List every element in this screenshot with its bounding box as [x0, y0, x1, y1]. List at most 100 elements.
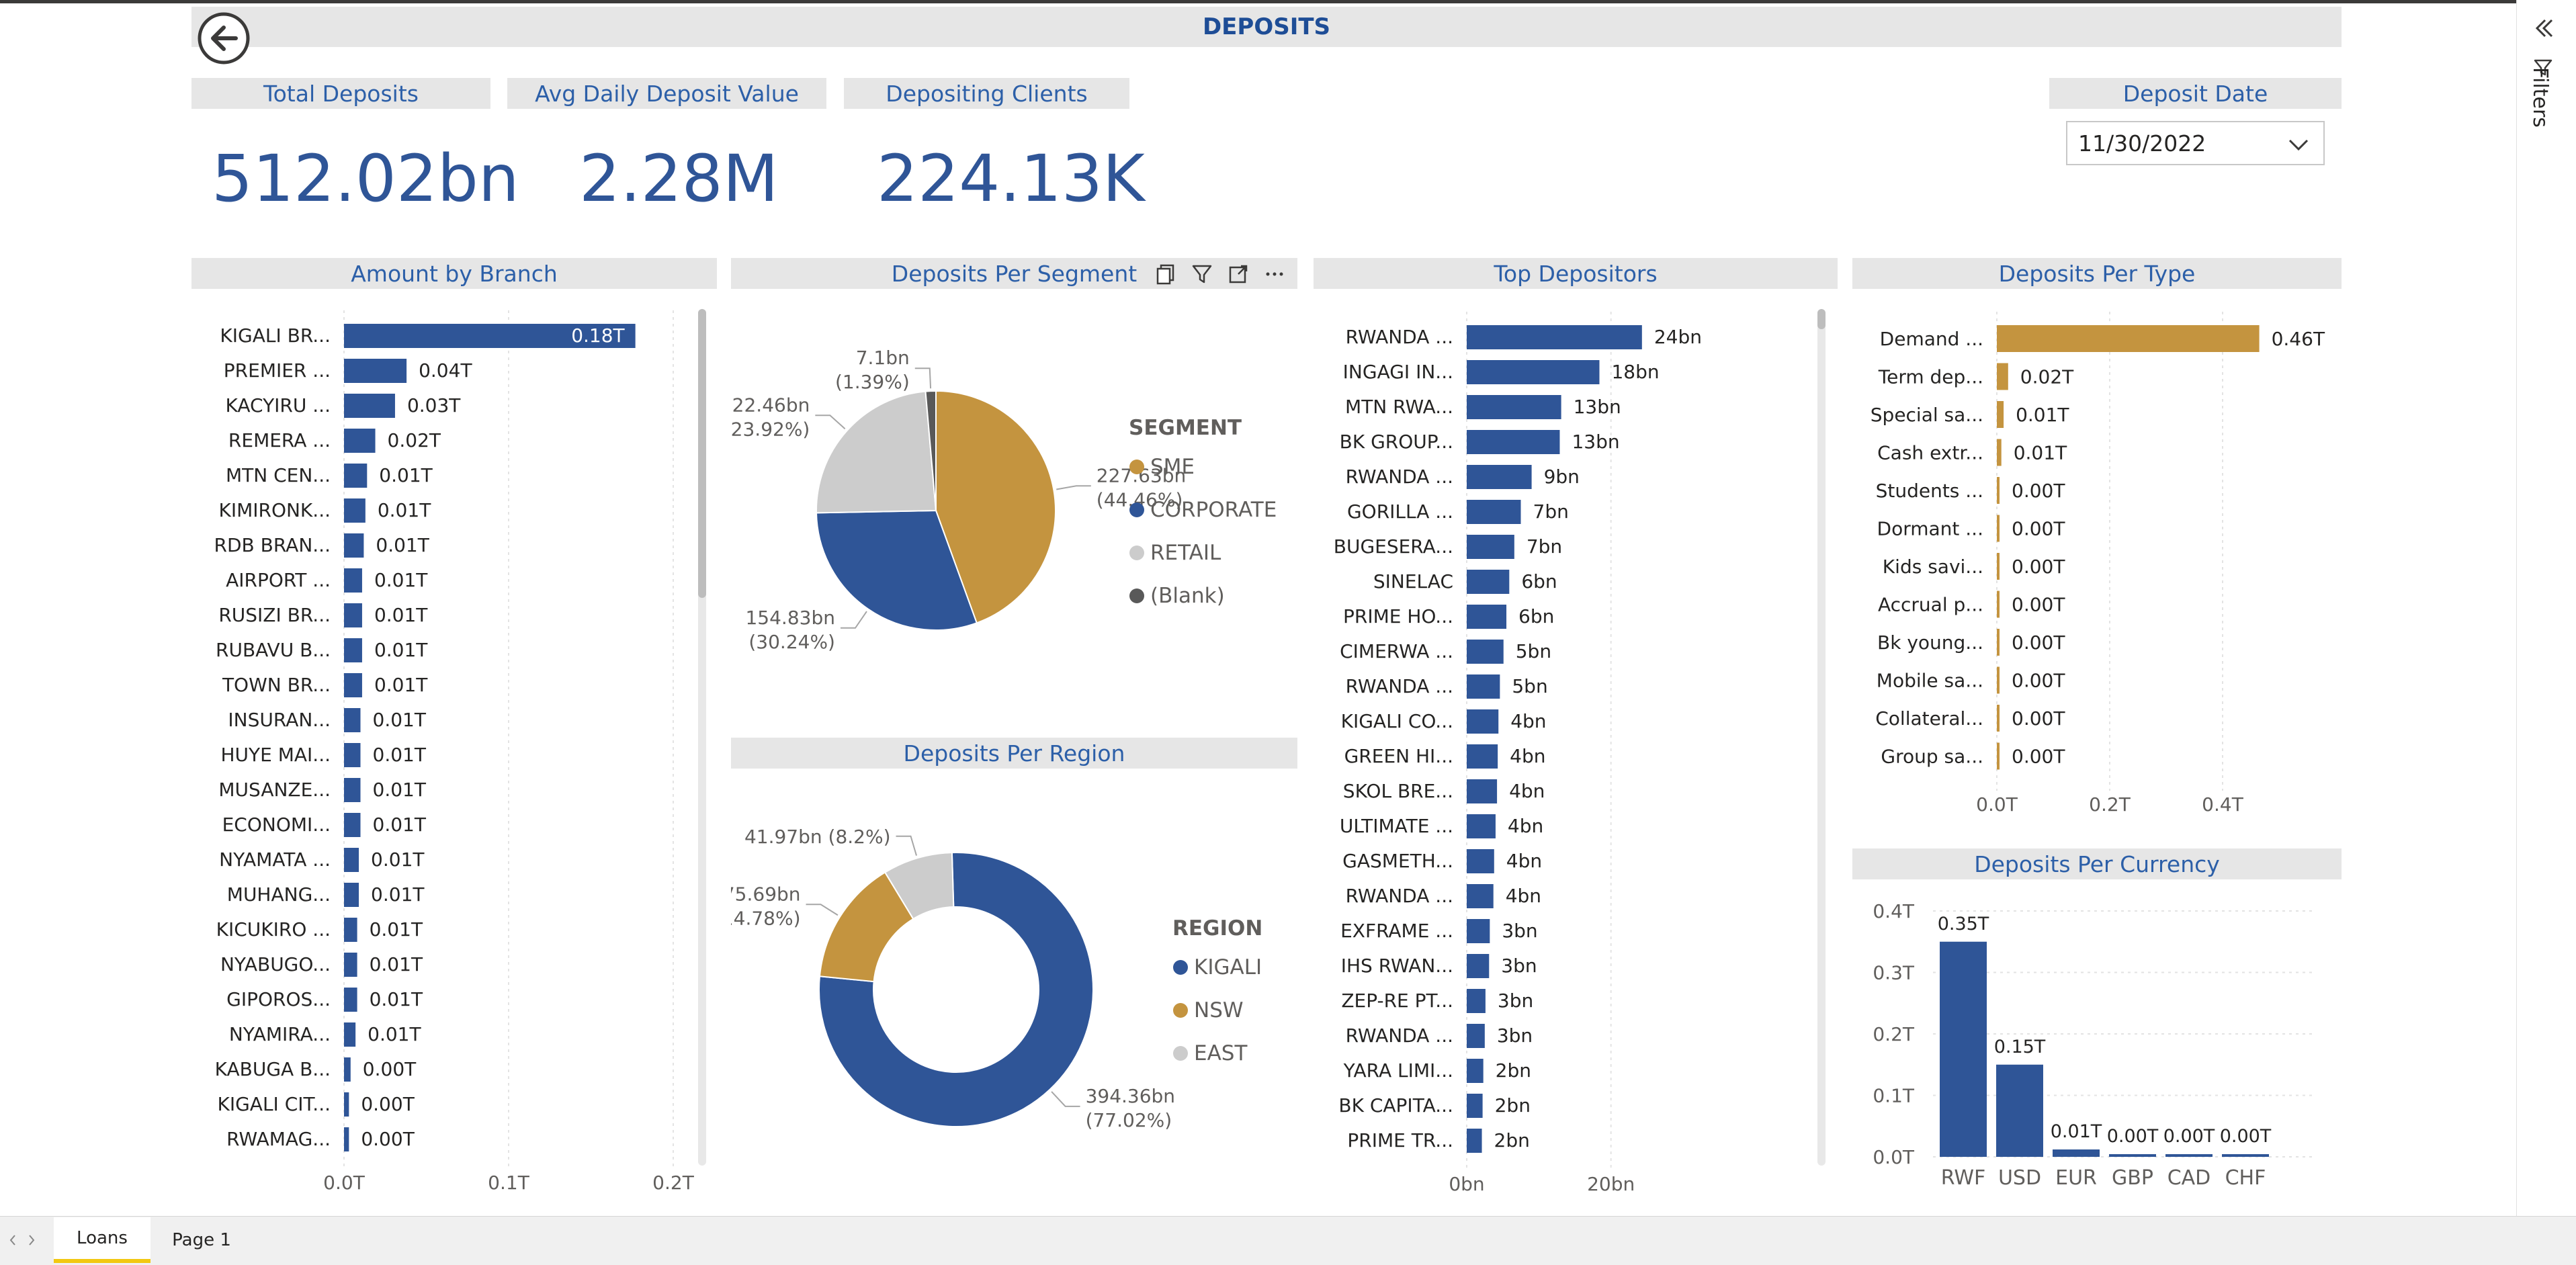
bar[interactable] [344, 988, 357, 1012]
bar[interactable] [344, 1092, 349, 1117]
bar[interactable] [344, 359, 407, 383]
bar[interactable] [1467, 325, 1642, 349]
bar[interactable] [2109, 1154, 2156, 1157]
collapse-icon[interactable] [2530, 15, 2557, 42]
bar[interactable] [1467, 989, 1486, 1013]
pie-slice[interactable] [816, 390, 937, 514]
bar[interactable] [1997, 477, 2000, 504]
bar[interactable] [2222, 1154, 2269, 1157]
bar[interactable] [1940, 941, 1987, 1157]
bar[interactable] [344, 743, 361, 767]
bar[interactable] [1467, 605, 1507, 629]
bar[interactable] [1467, 570, 1510, 594]
bar[interactable] [344, 1127, 349, 1151]
tab-nav-arrows-icon[interactable] [5, 1231, 39, 1249]
filters-pane-collapsed[interactable] [2516, 0, 2576, 1216]
bar[interactable] [344, 778, 361, 802]
more-options-icon[interactable] [1261, 261, 1288, 288]
legend-label[interactable]: RETAIL [1150, 541, 1221, 565]
depositors-chart-scrollbar[interactable] [1817, 309, 1826, 1166]
bar[interactable] [1996, 1064, 2043, 1157]
bar[interactable] [1467, 709, 1499, 734]
category-label: KICUKIRO ... [216, 918, 331, 941]
bar[interactable] [344, 1057, 351, 1082]
bar[interactable] [1467, 744, 1498, 769]
bar[interactable] [1997, 666, 2000, 694]
bar[interactable] [344, 464, 368, 488]
data-label: 2bn [1494, 1129, 1530, 1151]
bar[interactable] [344, 603, 362, 627]
bar[interactable] [1997, 705, 2000, 732]
bar[interactable] [1467, 849, 1494, 873]
bar[interactable] [1467, 779, 1498, 803]
category-label: PRIME TR... [1347, 1129, 1453, 1151]
bar[interactable] [2053, 1149, 2100, 1157]
data-label: 5bn [1512, 675, 1547, 697]
bar[interactable] [1467, 500, 1521, 524]
tab-page-1[interactable]: Page 1 [155, 1217, 249, 1263]
bar[interactable] [1997, 401, 2004, 428]
bar[interactable] [344, 953, 357, 977]
bar[interactable] [1467, 395, 1561, 419]
category-label: KABUGA B... [215, 1058, 331, 1080]
bar[interactable] [1467, 430, 1560, 454]
bar[interactable] [344, 1022, 356, 1047]
legend-label[interactable]: SME [1150, 455, 1195, 479]
bar[interactable] [344, 638, 362, 662]
bar[interactable] [1467, 674, 1500, 699]
bar[interactable] [1467, 465, 1532, 489]
tab-loans[interactable]: Loans [54, 1217, 151, 1263]
bar[interactable] [1997, 515, 2000, 542]
bar[interactable] [344, 918, 357, 942]
bar[interactable] [344, 533, 364, 558]
bar[interactable] [1997, 591, 2000, 618]
bar[interactable] [1997, 629, 2000, 656]
slice-value-label: 7.1bn [856, 347, 910, 369]
bar[interactable] [1467, 360, 1600, 384]
bar[interactable] [344, 673, 362, 697]
legend-label[interactable]: CORPORATE [1150, 498, 1277, 522]
bar[interactable] [1997, 363, 2008, 390]
kpi-depositing-clients-value: 224.13K [877, 141, 1145, 216]
bar[interactable] [1467, 919, 1490, 943]
bar[interactable] [1467, 814, 1496, 838]
bar[interactable] [344, 394, 395, 418]
bar[interactable] [1997, 325, 2260, 352]
bar[interactable] [1467, 1094, 1483, 1118]
category-label: Bk young... [1877, 631, 1983, 654]
bar[interactable] [1467, 640, 1504, 664]
bar[interactable] [344, 848, 359, 872]
bar[interactable] [1997, 553, 2000, 580]
bar[interactable] [344, 568, 362, 593]
legend-label[interactable]: KIGALI [1194, 955, 1262, 979]
bar[interactable] [2165, 1154, 2213, 1157]
bar[interactable] [1997, 439, 2002, 466]
bar[interactable] [344, 883, 359, 907]
bar[interactable] [1467, 1129, 1482, 1153]
data-label: 0.35T [1938, 914, 1989, 934]
bar[interactable] [1467, 954, 1490, 978]
bar[interactable] [1467, 1059, 1484, 1083]
kpi-total-deposits-label: Total Deposits [191, 78, 490, 109]
deposit-date-dropdown[interactable]: 11/30/2022 [2066, 121, 2325, 165]
filter-icon[interactable] [1189, 261, 1215, 288]
bar[interactable] [344, 708, 361, 732]
bar[interactable] [344, 813, 361, 837]
category-label: ULTIMATE ... [1340, 815, 1453, 837]
y-tick-label: 0.1T [1873, 1085, 1915, 1107]
focus-mode-icon[interactable] [1225, 261, 1252, 288]
legend-label[interactable]: (Blank) [1150, 584, 1225, 608]
bar[interactable] [1467, 535, 1514, 559]
legend-label[interactable]: NSW [1194, 998, 1244, 1022]
filters-pane-label[interactable]: Filters [2528, 67, 2552, 128]
back-arrow-icon[interactable] [197, 11, 251, 65]
category-label: AIRPORT ... [226, 569, 331, 591]
bar[interactable] [1467, 1024, 1485, 1048]
bar[interactable] [1467, 884, 1494, 908]
scrollbar-thumb[interactable] [1817, 309, 1826, 329]
copy-icon[interactable] [1152, 261, 1179, 288]
bar[interactable] [1997, 742, 2000, 770]
legend-label[interactable]: EAST [1194, 1041, 1248, 1065]
bar[interactable] [344, 429, 376, 453]
bar[interactable] [344, 498, 366, 523]
